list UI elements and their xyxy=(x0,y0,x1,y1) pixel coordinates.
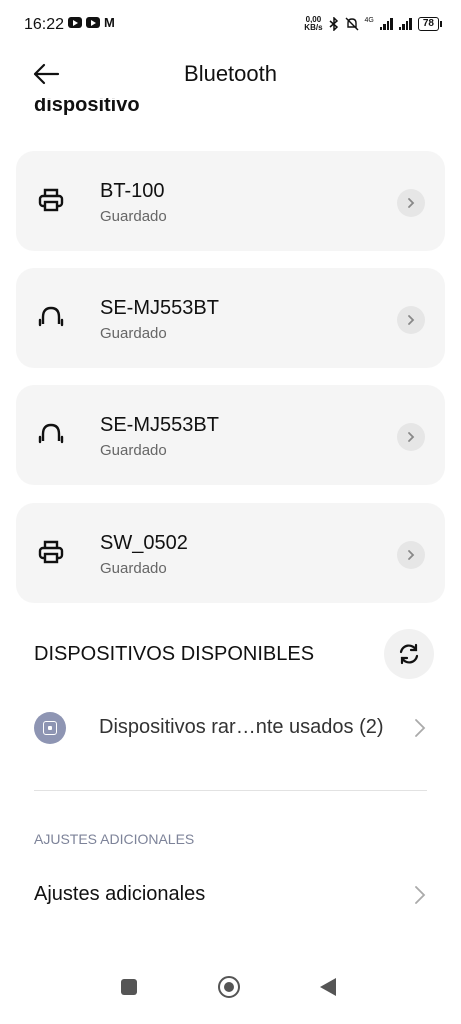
status-time: 16:22 xyxy=(24,16,65,33)
additional-settings-item[interactable]: Ajustes adicionales xyxy=(0,872,461,918)
section-title-partial-text: dispositivo xyxy=(34,98,140,116)
youtube-icon xyxy=(68,17,82,28)
headphones-icon xyxy=(38,423,64,444)
chevron-right-icon xyxy=(408,315,415,325)
device-card[interactable]: SE-MJ553BT Guardado xyxy=(16,385,445,485)
device-status: Guardado xyxy=(100,560,167,577)
home-button[interactable] xyxy=(218,976,240,998)
system-nav-bar xyxy=(0,964,461,1024)
device-status: Guardado xyxy=(100,325,167,342)
signal-icon xyxy=(398,18,412,30)
bluetooth-icon xyxy=(329,17,338,31)
recents-button[interactable] xyxy=(121,979,137,995)
additional-settings-section-title: AJUSTES ADICIONALES xyxy=(34,831,195,847)
notification-icons: M xyxy=(68,15,118,30)
speed-unit: KB/s xyxy=(304,23,323,32)
device-name: SE-MJ553BT xyxy=(100,414,219,436)
youtube-icon xyxy=(86,17,100,28)
network-speed: 0,00 KB/s xyxy=(304,16,322,32)
signal-icon xyxy=(379,18,393,30)
device-status: Guardado xyxy=(100,442,167,459)
device-name: SW_0502 xyxy=(100,532,188,554)
system-icons: 0,00 KB/s 4G 78 xyxy=(304,16,443,32)
page-title: Bluetooth xyxy=(184,61,277,86)
network-type: 4G xyxy=(364,16,374,24)
device-name: BT-100 xyxy=(100,180,165,202)
additional-settings-label: Ajustes adicionales xyxy=(34,883,206,905)
mute-icon xyxy=(345,17,359,31)
device-card[interactable]: SE-MJ553BT Guardado xyxy=(16,268,445,368)
nav-back-button[interactable] xyxy=(320,978,336,996)
printer-icon xyxy=(38,540,64,564)
device-details-button[interactable] xyxy=(397,541,425,569)
device-card[interactable]: BT-100 Guardado xyxy=(16,151,445,251)
device-details-button[interactable] xyxy=(397,189,425,217)
chevron-right-icon xyxy=(415,719,426,737)
rarely-used-devices-label: Dispositivos rar…nte usados (2) xyxy=(99,716,384,738)
gmail-icon: M xyxy=(104,15,115,30)
divider xyxy=(34,790,427,791)
available-devices-title: DISPOSITIVOS DISPONIBLES xyxy=(34,643,315,665)
chevron-right-icon xyxy=(408,432,415,442)
status-bar: 16:22 M 0,00 KB/s 4G 78 xyxy=(0,0,461,46)
device-details-button[interactable] xyxy=(397,306,425,334)
device-details-button[interactable] xyxy=(397,423,425,451)
chevron-right-icon xyxy=(415,886,426,904)
chevron-right-icon xyxy=(408,198,415,208)
chevron-right-icon xyxy=(408,550,415,560)
battery-icon: 78 xyxy=(417,17,443,31)
refresh-icon xyxy=(399,643,419,665)
refresh-button[interactable] xyxy=(384,629,434,679)
headphones-icon xyxy=(38,306,64,327)
printer-icon xyxy=(38,188,64,212)
device-name: SE-MJ553BT xyxy=(100,297,219,319)
device-card[interactable]: SW_0502 Guardado xyxy=(16,503,445,603)
section-title-partial: dispositivo xyxy=(34,98,140,120)
rarely-used-devices-item[interactable]: Dispositivos rar…nte usados (2) xyxy=(0,700,461,758)
device-status: Guardado xyxy=(100,208,167,225)
app-header: Bluetooth xyxy=(0,56,461,96)
device-icon xyxy=(34,712,66,744)
